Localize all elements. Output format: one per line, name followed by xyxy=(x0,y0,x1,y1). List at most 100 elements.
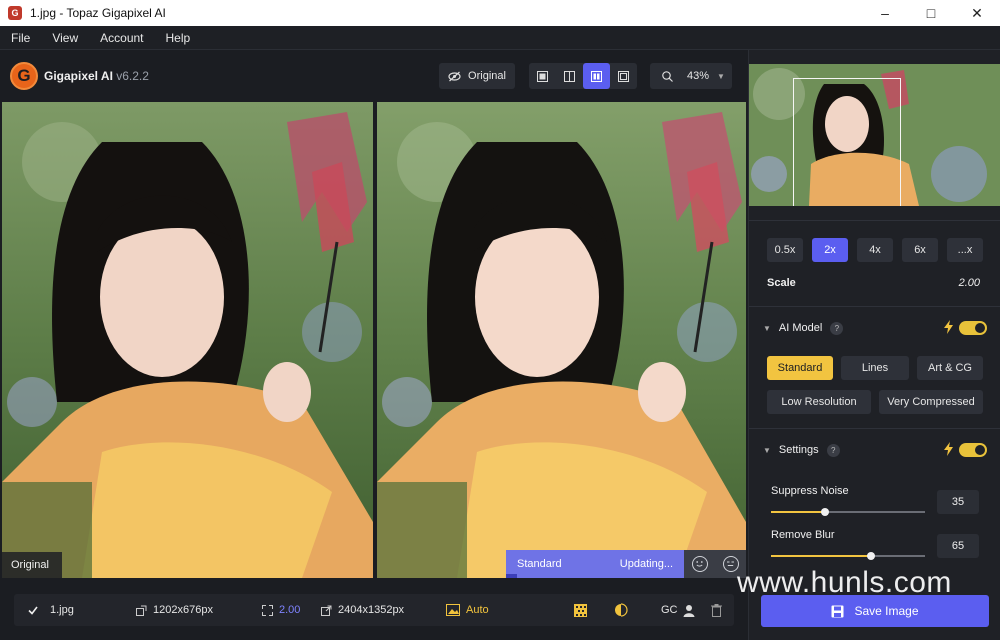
scale-readout[interactable]: 2.00 xyxy=(262,594,300,626)
suppress-noise-fill xyxy=(771,511,825,513)
viewport-frame[interactable] xyxy=(793,78,901,206)
suppress-noise-slider[interactable] xyxy=(771,508,925,516)
top-toolbar: G Gigapixel AI v6.2.2 Original 43% ▼ xyxy=(0,50,748,100)
menu-view[interactable]: View xyxy=(52,31,78,45)
bottom-bar: 1.jpg 1202x676px 2.00 2404x1352px Auto G… xyxy=(0,580,748,640)
menu-account[interactable]: Account xyxy=(100,31,143,45)
output-size: 2404x1352px xyxy=(321,594,404,626)
scale-option-0-5x[interactable]: 0.5x xyxy=(767,238,803,262)
minimize-icon[interactable]: – xyxy=(862,0,908,26)
remove-blur-handle[interactable] xyxy=(867,552,876,560)
side-by-side-icon xyxy=(591,70,602,82)
settings-label: Settings xyxy=(778,444,819,456)
divider xyxy=(749,306,1000,307)
maximize-icon[interactable]: □ xyxy=(908,0,954,26)
model-art-cg-button[interactable]: Art & CG xyxy=(917,356,983,380)
expand-icon xyxy=(262,604,273,616)
input-size: 1202x676px xyxy=(136,594,213,626)
menu-bar: File View Account Help xyxy=(0,26,1000,50)
grain-icon xyxy=(574,603,587,617)
scale-options: 0.5x 2x 4x 6x ...x xyxy=(767,238,983,262)
scale-option-4x[interactable]: 4x xyxy=(857,238,893,262)
scale-option-2x[interactable]: 2x xyxy=(812,238,848,262)
scale-readout-value: 2.00 xyxy=(279,604,301,616)
eye-slash-icon xyxy=(448,71,461,81)
user-button[interactable] xyxy=(683,594,701,626)
settings-toggle[interactable] xyxy=(959,443,987,457)
version-label: v6.2.2 xyxy=(116,69,149,83)
remove-blur-input[interactable]: 65 xyxy=(937,534,979,558)
file-name: 1.jpg xyxy=(50,604,74,616)
menu-file[interactable]: File xyxy=(11,31,30,45)
original-button-label: Original xyxy=(468,70,506,82)
face-recovery-icon[interactable] xyxy=(691,556,708,572)
input-size-icon xyxy=(136,605,147,616)
settings-header[interactable]: ▼ Settings ? xyxy=(763,440,987,460)
ai-model-header[interactable]: ▼ AI Model ? xyxy=(763,318,987,338)
help-icon[interactable]: ? xyxy=(826,443,840,457)
split-view-button[interactable] xyxy=(556,63,583,89)
bolt-icon xyxy=(944,442,953,456)
scale-option-6x[interactable]: 6x xyxy=(902,238,938,262)
remove-blur-label: Remove Blur xyxy=(771,529,835,541)
delete-button[interactable] xyxy=(711,594,728,626)
navigator-thumbnail[interactable] xyxy=(749,64,1000,206)
grid-view-icon xyxy=(618,70,629,82)
watermark-text: www.hunls.com xyxy=(737,566,952,599)
color-correction-button[interactable] xyxy=(614,594,634,626)
user-icon xyxy=(683,604,695,617)
settings-panel: 0.5x 2x 4x 6x ...x Scale 2.00 ▼ AI Model… xyxy=(748,50,1000,640)
original-preview[interactable] xyxy=(2,102,373,578)
gigapixel-window: G 1.jpg - Topaz Gigapixel AI – □ ✕ File … xyxy=(0,0,1000,640)
model-lines-button[interactable]: Lines xyxy=(841,356,909,380)
auto-image-icon xyxy=(446,604,460,616)
brand-name: Gigapixel AI xyxy=(44,69,113,83)
file-checkbox[interactable]: 1.jpg xyxy=(28,594,74,626)
bolt-icon xyxy=(944,320,953,334)
ai-model-toggle[interactable] xyxy=(959,321,987,335)
window-controls: – □ ✕ xyxy=(862,0,1000,26)
auto-mode-button[interactable]: Auto xyxy=(446,594,489,626)
progress-fill xyxy=(506,574,517,578)
scale-option-custom[interactable]: ...x xyxy=(947,238,983,262)
view-mode-group xyxy=(529,63,637,89)
suppress-noise-input[interactable]: 35 xyxy=(937,490,979,514)
status-model-label: Standard xyxy=(517,558,562,570)
chevron-down-icon: ▼ xyxy=(717,71,725,81)
side-by-side-view-button[interactable] xyxy=(583,63,610,89)
suppress-noise-handle[interactable] xyxy=(820,508,829,516)
enhanced-preview[interactable] xyxy=(377,102,746,578)
remove-blur-slider[interactable] xyxy=(771,552,925,560)
original-photo xyxy=(2,102,373,578)
grid-view-button[interactable] xyxy=(610,63,637,89)
original-toggle-button[interactable]: Original xyxy=(439,63,515,89)
check-icon xyxy=(28,606,38,615)
auto-mode-label: Auto xyxy=(466,604,489,616)
enhanced-photo xyxy=(377,102,746,578)
file-row[interactable]: 1.jpg 1202x676px 2.00 2404x1352px Auto G… xyxy=(14,594,734,626)
zoom-dropdown[interactable]: 43% ▼ xyxy=(650,63,732,89)
gc-label: GC xyxy=(661,604,678,616)
ai-model-label: AI Model xyxy=(778,322,823,334)
gigapixel-logo-icon: G xyxy=(10,62,38,90)
grain-button[interactable] xyxy=(574,594,593,626)
output-size-icon xyxy=(321,605,332,616)
model-standard-button[interactable]: Standard xyxy=(767,356,833,380)
model-low-resolution-button[interactable]: Low Resolution xyxy=(767,390,871,414)
title-bar: G 1.jpg - Topaz Gigapixel AI – □ ✕ xyxy=(0,0,1000,26)
chevron-down-icon: ▼ xyxy=(763,445,771,455)
suppress-noise-label: Suppress Noise xyxy=(771,485,849,497)
single-view-button[interactable] xyxy=(529,63,556,89)
window-title: 1.jpg - Topaz Gigapixel AI xyxy=(30,6,166,20)
scale-value[interactable]: 2.00 xyxy=(959,277,980,289)
menu-help[interactable]: Help xyxy=(166,31,191,45)
help-icon[interactable]: ? xyxy=(830,321,844,335)
model-very-compressed-button[interactable]: Very Compressed xyxy=(879,390,983,414)
single-view-icon xyxy=(537,70,548,82)
zoom-value: 43% xyxy=(687,70,710,82)
trash-icon xyxy=(711,603,722,617)
close-icon[interactable]: ✕ xyxy=(954,0,1000,26)
gc-button[interactable]: GC xyxy=(661,594,678,626)
save-image-label: Save Image xyxy=(854,604,919,618)
divider xyxy=(749,428,1000,429)
